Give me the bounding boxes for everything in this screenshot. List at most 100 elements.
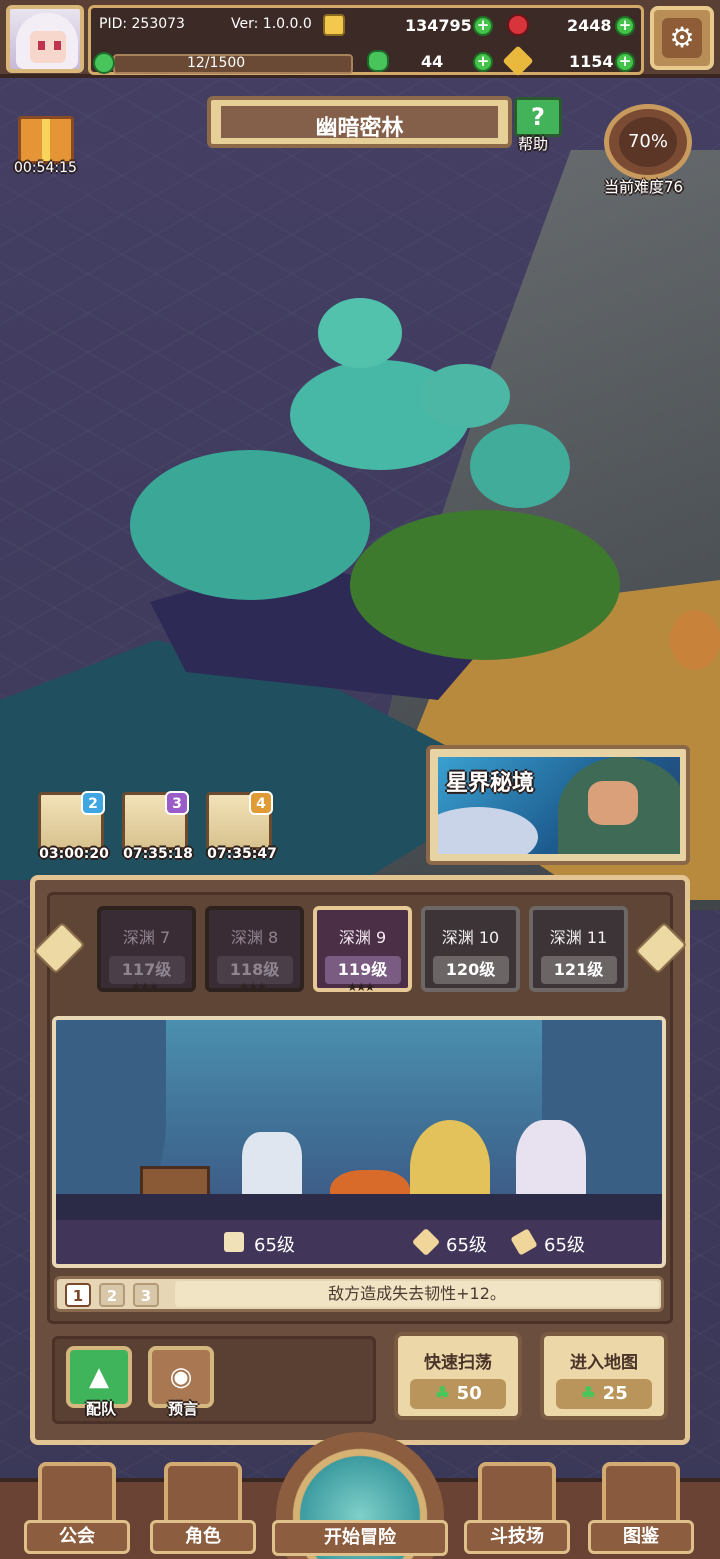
guild-house-icon: [38, 1462, 116, 1526]
astral-realm-button[interactable]: 星界秘境: [426, 745, 690, 865]
stamina-amount: 12/1500: [187, 55, 246, 71]
nav-label: 开始冒险: [272, 1520, 448, 1556]
red-gem-icon: [507, 14, 529, 36]
stamina-clover-icon: [93, 52, 115, 74]
key-icon: [502, 45, 534, 77]
star-icon: ★★★: [131, 980, 159, 994]
key-amount: 1154: [569, 52, 614, 71]
sweep-cost: ♣ 50: [410, 1379, 506, 1409]
tier-name: 深渊 8: [230, 928, 279, 947]
stat-value: 65级: [446, 1235, 487, 1256]
crossed-swords-icon: [478, 1462, 556, 1526]
astral-realm-title: 星界秘境: [446, 771, 535, 796]
add-clover-button[interactable]: +: [473, 52, 493, 72]
character-icon: [164, 1462, 242, 1526]
preview-button[interactable]: ◉ 预言: [148, 1346, 218, 1418]
chapter-badge: 2: [81, 791, 105, 815]
team-label: 配队: [85, 1400, 116, 1418]
tier-level: 120级: [432, 956, 509, 984]
clover-amount: 44: [421, 52, 444, 71]
gear-icon: ⚙: [662, 18, 702, 58]
area-title: 幽暗密林: [315, 116, 404, 141]
effect-page-3[interactable]: 3: [133, 1283, 159, 1307]
star-icon: ★★★: [347, 980, 375, 994]
gold-coin-icon: [323, 14, 345, 36]
help-label: 帮助: [518, 135, 549, 153]
tier-abyss-9[interactable]: 深渊 9 119级 ★★★: [313, 906, 412, 994]
difficulty-label: 当前难度76: [604, 178, 684, 196]
green-tree: [350, 510, 620, 660]
teal-tree: [130, 450, 370, 600]
resource-panel: PID: 253073 Ver: 1.0.0.0 134795 + 2448 +…: [88, 5, 644, 77]
area-title-banner: 幽暗密林: [207, 96, 512, 148]
tier-level: 121级: [540, 956, 617, 984]
chapter-timer: 07:35:47: [207, 846, 277, 862]
settings-button[interactable]: ⚙: [650, 6, 714, 70]
teal-tree: [420, 364, 510, 428]
tier-abyss-8[interactable]: 深渊 8 118级 ★★★: [205, 906, 304, 994]
tier-name: 深渊 10: [441, 928, 500, 947]
question-icon: ?: [514, 97, 562, 137]
chapter-badge: 3: [165, 791, 189, 815]
chapter-button-2[interactable]: 2 03:00:20: [38, 791, 112, 862]
enter-cost: ♣ 25: [556, 1379, 652, 1409]
help-button[interactable]: ? 帮助: [514, 97, 566, 153]
enter-map-button[interactable]: 进入地图 ♣ 25: [540, 1332, 668, 1420]
team-stats-bar: 65级 65级 65级: [56, 1220, 662, 1264]
tier-name: 深渊 11: [549, 928, 608, 947]
gift-box-icon[interactable]: [18, 116, 74, 164]
pickaxe-icon: [510, 1228, 538, 1256]
nav-label: 公会: [24, 1520, 130, 1554]
dice-icon: [224, 1232, 244, 1252]
clover-icon: ♣: [434, 1383, 451, 1404]
preview-label: 预言: [167, 1400, 198, 1418]
add-key-button[interactable]: +: [615, 52, 635, 72]
team-button[interactable]: ▲ 配队: [66, 1346, 136, 1418]
chapter-timer: 03:00:20: [39, 846, 109, 862]
clover-icon: [367, 50, 389, 72]
gold-amount: 134795: [405, 16, 472, 35]
nav-guild[interactable]: 公会: [24, 1462, 130, 1557]
player-id: PID: 253073: [99, 16, 185, 32]
nav-arena[interactable]: 斗技场: [464, 1462, 570, 1557]
teal-tree: [470, 424, 570, 508]
quick-sweep-button[interactable]: 快速扫荡 ♣ 50: [394, 1332, 522, 1420]
stat-value: 65级: [544, 1235, 585, 1256]
add-gold-button[interactable]: +: [473, 16, 493, 36]
add-red-gem-button[interactable]: +: [615, 16, 635, 36]
red-gem-amount: 2448: [567, 16, 612, 35]
nav-start-adventure[interactable]: 开始冒险: [272, 1432, 448, 1559]
clover-icon: ♣: [580, 1383, 597, 1404]
stat-value: 65级: [254, 1235, 295, 1256]
version-label: Ver: 1.0.0.0: [231, 16, 312, 32]
enter-label: 进入地图: [570, 1353, 638, 1373]
chapter-button-3[interactable]: 3 07:35:18: [122, 791, 196, 862]
effect-page-1[interactable]: 1: [65, 1283, 91, 1307]
effect-description: 敌方造成失去韧性+12。: [175, 1281, 659, 1307]
sweep-label: 快速扫荡: [424, 1353, 492, 1373]
nav-character[interactable]: 角色: [150, 1462, 256, 1557]
chapter-badge: 4: [249, 791, 273, 815]
nav-label: 角色: [150, 1520, 256, 1554]
nav-label: 图鉴: [588, 1520, 694, 1554]
chapter-timer: 07:35:18: [123, 846, 193, 862]
tier-abyss-7[interactable]: 深渊 7 117级 ★★★: [97, 906, 196, 994]
nav-codex[interactable]: 图鉴: [588, 1462, 694, 1557]
tier-name: 深渊 7: [122, 928, 171, 947]
book-icon: [602, 1462, 680, 1526]
tier-abyss-10[interactable]: 深渊 10 120级: [421, 906, 520, 992]
wrench-icon: [411, 1227, 441, 1257]
tier-name: 深渊 9: [338, 928, 387, 947]
chapter-button-4[interactable]: 4 07:35:47: [206, 791, 280, 862]
gift-timer: 00:54:15: [14, 160, 77, 176]
teal-tree: [318, 298, 402, 368]
star-icon: ★★★: [239, 980, 267, 994]
nav-label: 斗技场: [464, 1520, 570, 1554]
autumn-tree: [670, 610, 720, 670]
battle-preview: 65级 65级 65级: [52, 1016, 666, 1268]
effect-bar: 1 2 3 敌方造成失去韧性+12。: [54, 1276, 664, 1312]
player-avatar[interactable]: [6, 5, 84, 73]
tier-abyss-11[interactable]: 深渊 11 121级: [529, 906, 628, 992]
difficulty-percent: 70%: [619, 117, 677, 167]
effect-page-2[interactable]: 2: [99, 1283, 125, 1307]
